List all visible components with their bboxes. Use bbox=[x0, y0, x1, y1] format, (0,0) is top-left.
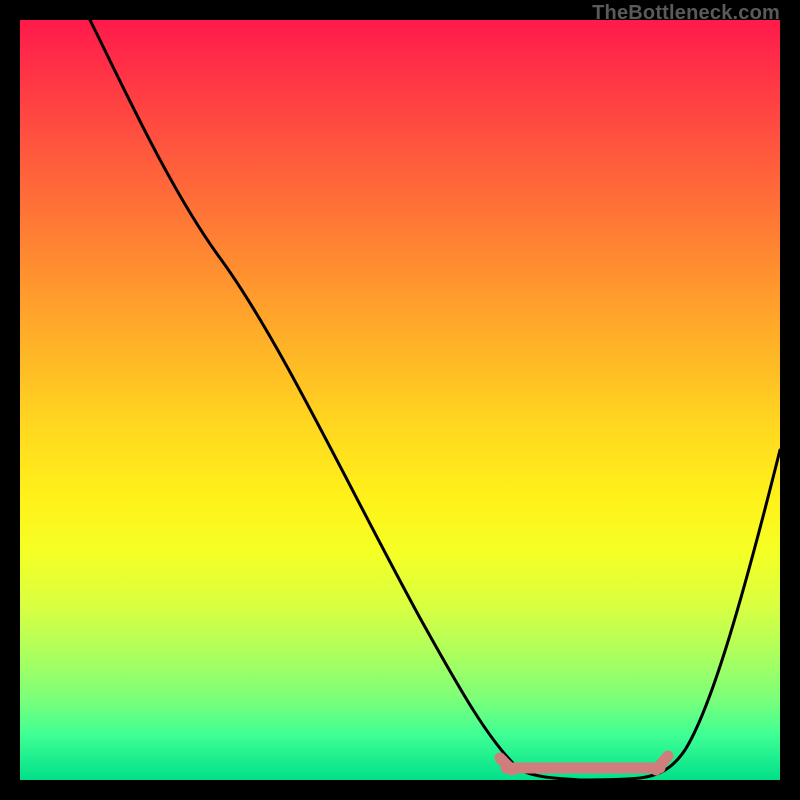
flat-band bbox=[500, 756, 668, 770]
chart-frame: TheBottleneck.com bbox=[0, 0, 800, 800]
curve-layer bbox=[20, 20, 780, 780]
plot-area bbox=[20, 20, 780, 780]
bottleneck-curve bbox=[90, 20, 780, 780]
watermark-text: TheBottleneck.com bbox=[592, 2, 780, 25]
